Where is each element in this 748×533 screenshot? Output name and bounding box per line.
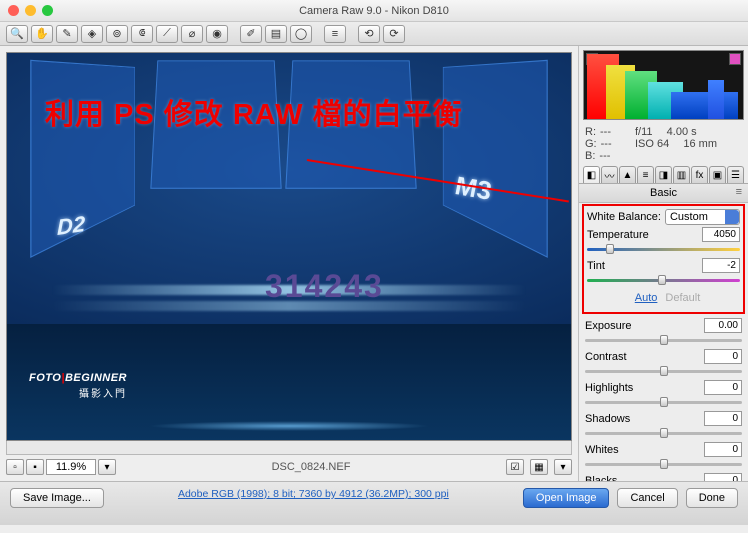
tab-lens[interactable]: ▥ — [673, 166, 690, 183]
shadows-value[interactable] — [704, 411, 742, 426]
exposure-slider[interactable] — [585, 335, 742, 345]
tab-detail[interactable]: ▲ — [619, 166, 636, 183]
window-title: Camera Raw 9.0 - Nikon D810 — [0, 5, 748, 17]
exposure-value[interactable] — [704, 318, 742, 333]
watermark-logo: FOTO|BEGINNER 攝影入門 — [29, 361, 127, 400]
adjustment-brush-icon[interactable]: ✐ — [240, 25, 262, 43]
contrast-slider[interactable] — [585, 366, 742, 376]
tab-fx[interactable]: fx — [691, 166, 708, 183]
exif-readout: R:--- G:--- B:--- f/11 4.00 s ISO 64 16 … — [579, 124, 748, 166]
radial-filter-icon[interactable]: ◯ — [290, 25, 312, 43]
white-balance-section: White Balance: Custom Temperature Tint A… — [582, 204, 745, 314]
watermark-number: 314243 — [265, 268, 384, 305]
save-image-button[interactable]: Save Image... — [10, 488, 104, 508]
preferences-icon[interactable]: ≡ — [324, 25, 346, 43]
titlebar: Camera Raw 9.0 - Nikon D810 — [0, 0, 748, 22]
straighten-icon[interactable]: ⟋ — [156, 25, 178, 43]
preview-settings-a-icon[interactable]: ☑ — [506, 459, 524, 475]
zoom-in-button[interactable]: ▪ — [26, 459, 44, 475]
auto-link[interactable]: Auto — [635, 292, 658, 304]
preview-settings-b-icon[interactable]: ▦ — [530, 459, 548, 475]
whites-slider[interactable] — [585, 459, 742, 469]
contrast-label: Contrast — [585, 351, 700, 363]
spot-removal-icon[interactable]: ⌀ — [181, 25, 203, 43]
panel-title: Basic — [579, 184, 748, 203]
zoom-tool-icon[interactable]: 🔍 — [6, 25, 28, 43]
open-image-button[interactable]: Open Image — [523, 488, 610, 508]
preview-settings-c-icon[interactable]: ▾ — [554, 459, 572, 475]
highlights-value[interactable] — [704, 380, 742, 395]
cancel-button[interactable]: Cancel — [617, 488, 677, 508]
tab-basic[interactable]: ◧ — [583, 166, 600, 183]
wb-label: White Balance: — [587, 211, 661, 223]
rotate-ccw-icon[interactable]: ⟲ — [358, 25, 380, 43]
default-link[interactable]: Default — [665, 292, 700, 304]
blacks-label: Blacks — [585, 475, 700, 482]
whites-value[interactable] — [704, 442, 742, 457]
blacks-value[interactable] — [704, 473, 742, 481]
hand-tool-icon[interactable]: ✋ — [31, 25, 53, 43]
tab-split[interactable]: ◨ — [655, 166, 672, 183]
image-preview[interactable]: D2 M3 利用 PS 修改 RAW 檔的白平衡 314243 FOTO|BEG… — [6, 52, 572, 441]
whites-label: Whites — [585, 444, 700, 456]
workflow-link[interactable]: Adobe RGB (1998); 8 bit; 7360 by 4912 (3… — [178, 488, 449, 500]
temperature-slider[interactable] — [587, 244, 740, 254]
zoom-out-button[interactable]: ▫ — [6, 459, 24, 475]
done-button[interactable]: Done — [686, 488, 738, 508]
tab-hsl[interactable]: ≡ — [637, 166, 654, 183]
tint-value[interactable] — [702, 258, 740, 273]
tab-curve[interactable]: 〰 — [601, 166, 618, 183]
histogram[interactable] — [583, 50, 744, 120]
wb-select[interactable]: Custom — [665, 209, 740, 225]
sampler-icon[interactable]: ◈ — [81, 25, 103, 43]
tint-label: Tint — [587, 260, 698, 272]
exposure-label: Exposure — [585, 320, 700, 332]
highlights-label: Highlights — [585, 382, 700, 394]
shadows-label: Shadows — [585, 413, 700, 425]
horizontal-scrollbar[interactable] — [6, 441, 572, 455]
temperature-label: Temperature — [587, 229, 698, 241]
annotation-text: 利用 PS 修改 RAW 檔的白平衡 — [45, 91, 463, 133]
rotate-cw-icon[interactable]: ⟳ — [383, 25, 405, 43]
scene-sign-left: D2 — [57, 211, 85, 241]
shadows-slider[interactable] — [585, 428, 742, 438]
tab-camera[interactable]: ▣ — [709, 166, 726, 183]
contrast-value[interactable] — [704, 349, 742, 364]
settings-panel: R:--- G:--- B:--- f/11 4.00 s ISO 64 16 … — [578, 46, 748, 481]
toolbar: 🔍 ✋ ✎ ◈ ⊚ ⟃ ⟋ ⌀ ◉ ✐ ▤ ◯ ≡ ⟲ ⟳ — [0, 22, 748, 46]
tint-slider[interactable] — [587, 275, 740, 285]
eyedropper-icon[interactable]: ✎ — [56, 25, 78, 43]
highlights-slider[interactable] — [585, 397, 742, 407]
filename-label: DSC_0824.NEF — [122, 461, 500, 473]
redeye-icon[interactable]: ◉ — [206, 25, 228, 43]
target-adjust-icon[interactable]: ⊚ — [106, 25, 128, 43]
zoom-level[interactable]: 11.9% — [46, 459, 96, 475]
zoom-menu-button[interactable]: ▾ — [98, 459, 116, 475]
crop-icon[interactable]: ⟃ — [131, 25, 153, 43]
panel-tabs: ◧ 〰 ▲ ≡ ◨ ▥ fx ▣ ☰ — [579, 166, 748, 184]
tab-presets[interactable]: ☰ — [727, 166, 744, 183]
graduated-filter-icon[interactable]: ▤ — [265, 25, 287, 43]
temperature-value[interactable] — [702, 227, 740, 242]
